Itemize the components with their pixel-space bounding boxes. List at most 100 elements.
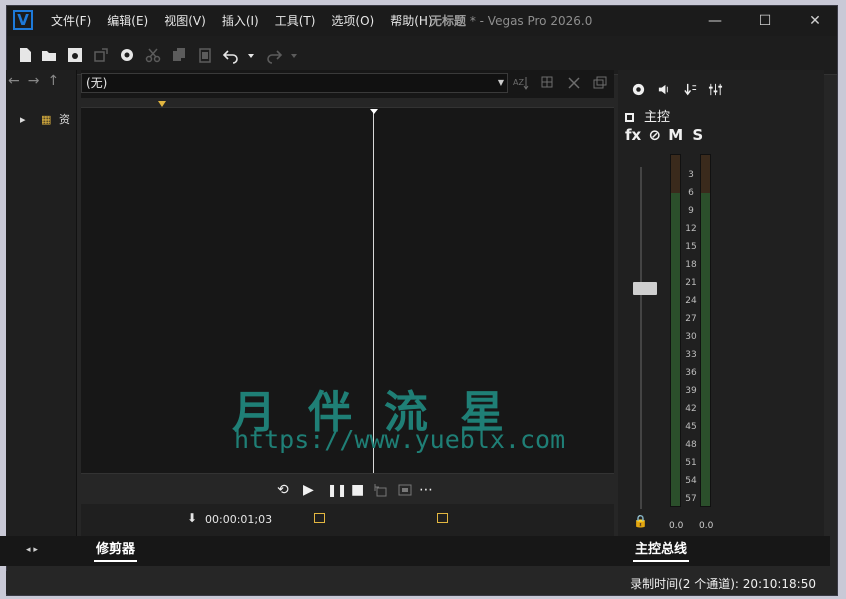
- marker-pin-icon[interactable]: ⬇: [187, 511, 197, 525]
- meter-scale-label: 33: [685, 350, 697, 360]
- grid-view-icon[interactable]: [540, 75, 556, 91]
- playhead-handle[interactable]: [370, 109, 378, 114]
- status-bar: 录制时间(2 个通道): 20:10:18:50: [6, 571, 836, 594]
- trimmer-timecode: 00:00:01;03: [205, 513, 273, 526]
- meter-scale-label: 48: [685, 440, 697, 450]
- master-toggle-icon[interactable]: [625, 113, 634, 122]
- menu-tools[interactable]: 工具(T): [267, 6, 324, 36]
- level-meter-left: [670, 154, 681, 507]
- media-select-dropdown[interactable]: (无) ▼: [81, 73, 508, 93]
- tab-trimmer[interactable]: 修剪器: [94, 540, 138, 562]
- more-options-button[interactable]: ⋯: [419, 482, 433, 498]
- meter-scale-label: 21: [685, 278, 697, 288]
- meter-scale-label: 57: [685, 494, 697, 504]
- add-to-timeline-icon[interactable]: [373, 482, 389, 498]
- title-bar: V 文件(F) 编辑(E) 视图(V) 插入(I) 工具(T) 选项(O) 帮助…: [7, 6, 837, 36]
- meter-scale-label: 24: [685, 296, 697, 306]
- redo-dropdown-icon[interactable]: [289, 46, 299, 64]
- new-file-icon[interactable]: [16, 46, 34, 64]
- sort-icon[interactable]: AZ: [513, 75, 529, 91]
- loop-button[interactable]: ⟲: [277, 482, 289, 498]
- down-arrow-icon[interactable]: [683, 82, 698, 97]
- settings-icon[interactable]: [118, 46, 136, 64]
- menu-insert[interactable]: 插入(I): [214, 6, 267, 36]
- tab-nav-arrows[interactable]: ◂ ▸: [26, 545, 38, 555]
- meter-scale-label: 51: [685, 458, 697, 468]
- meter-scale-label: 18: [685, 260, 697, 270]
- fit-to-window-icon[interactable]: [397, 482, 413, 498]
- stop-button[interactable]: ■: [351, 482, 364, 498]
- render-icon[interactable]: [92, 46, 110, 64]
- watermark-url: https://www.yueblx.com: [234, 425, 566, 454]
- menu-view[interactable]: 视图(V): [156, 6, 214, 36]
- master-header: 主控: [625, 106, 670, 125]
- menu-file[interactable]: 文件(F): [43, 6, 99, 36]
- maximize-button[interactable]: ☐: [748, 6, 782, 36]
- record-time-info: 录制时间(2 个通道): 20:10:18:50: [630, 577, 816, 591]
- mute-button[interactable]: M: [668, 126, 683, 144]
- meter-scale-label: 54: [685, 476, 697, 486]
- trimmer-panel: [81, 70, 614, 536]
- pause-button[interactable]: ❚❚: [327, 482, 347, 498]
- cut-icon[interactable]: [144, 46, 162, 64]
- menu-options[interactable]: 选项(O): [323, 6, 382, 36]
- paste-icon[interactable]: [196, 46, 214, 64]
- open-folder-icon[interactable]: [40, 46, 58, 64]
- speaker-icon[interactable]: [657, 82, 672, 97]
- master-label: 主控: [644, 110, 671, 125]
- meter-scale-label: 12: [685, 224, 697, 234]
- float-window-icon[interactable]: [592, 75, 608, 91]
- minimize-button[interactable]: —: [698, 6, 732, 36]
- meter-right-value: 0.0: [699, 521, 714, 531]
- undo-dropdown-icon[interactable]: [246, 46, 256, 64]
- meter-scale-label: 27: [685, 314, 697, 324]
- trimmer-status-row: ⬇ 00:00:01;03: [81, 504, 614, 536]
- folder-icon: ▦: [41, 113, 52, 126]
- svg-text:AZ: AZ: [513, 78, 524, 87]
- mark-in-icon[interactable]: [314, 513, 325, 523]
- back-arrow-icon[interactable]: ←: [8, 73, 20, 89]
- dropdown-arrow-icon: ▼: [497, 78, 504, 87]
- level-meter-right: [700, 154, 711, 507]
- remove-icon[interactable]: [566, 75, 582, 91]
- solo-button[interactable]: S: [692, 126, 703, 144]
- meter-scale-label: 15: [685, 242, 697, 252]
- forward-arrow-icon[interactable]: →: [28, 73, 40, 89]
- project-media-panel: [6, 70, 77, 536]
- volume-fader-handle[interactable]: [633, 282, 657, 295]
- undo-icon[interactable]: [222, 46, 240, 64]
- close-button[interactable]: ✕: [798, 6, 832, 36]
- menu-edit[interactable]: 编辑(E): [99, 6, 156, 36]
- volume-fader-track[interactable]: [640, 167, 642, 509]
- window-title-app: * - Vegas Pro 2026.0: [466, 14, 593, 28]
- save-icon[interactable]: [66, 46, 84, 64]
- gear-icon[interactable]: [631, 82, 646, 97]
- tab-master-bus[interactable]: 主控总线: [633, 540, 690, 562]
- fx-button[interactable]: fx: [625, 126, 641, 144]
- mark-out-icon[interactable]: [437, 513, 448, 523]
- meter-left-value: 0.0: [669, 521, 684, 531]
- dropdown-value: (无): [86, 76, 108, 90]
- tree-item[interactable]: ▸ ▦ 资: [20, 111, 70, 127]
- meter-scale-label: 39: [685, 386, 697, 396]
- meter-scale-label: 36: [685, 368, 697, 378]
- meter-scale-label: 42: [685, 404, 697, 414]
- master-controls: fx ⊘ M S: [625, 126, 703, 144]
- mixer-icon[interactable]: [708, 82, 723, 97]
- play-button[interactable]: ▶: [303, 482, 314, 498]
- menu-bar: 文件(F) 编辑(E) 视图(V) 插入(I) 工具(T) 选项(O) 帮助(H…: [43, 6, 441, 36]
- meter-scale-label: 30: [685, 332, 697, 342]
- link-icon[interactable]: ⊘: [648, 126, 661, 144]
- redo-icon[interactable]: [265, 46, 283, 64]
- trimmer-transport: ⟲ ▶ ❚❚ ■ ⋯: [81, 473, 614, 505]
- copy-icon[interactable]: [170, 46, 188, 64]
- tree-expander-icon[interactable]: ▸: [20, 113, 26, 126]
- in-point-marker[interactable]: [158, 101, 166, 107]
- lock-icon[interactable]: 🔒: [633, 514, 648, 528]
- up-arrow-icon[interactable]: ↑: [47, 73, 59, 89]
- meter-scale-label: 9: [688, 206, 694, 216]
- window-title-untitled: 无标题: [430, 14, 467, 28]
- meter-scale-label: 45: [685, 422, 697, 432]
- meter-scale-label: 3: [688, 170, 694, 180]
- tree-item-label: 资: [58, 113, 70, 126]
